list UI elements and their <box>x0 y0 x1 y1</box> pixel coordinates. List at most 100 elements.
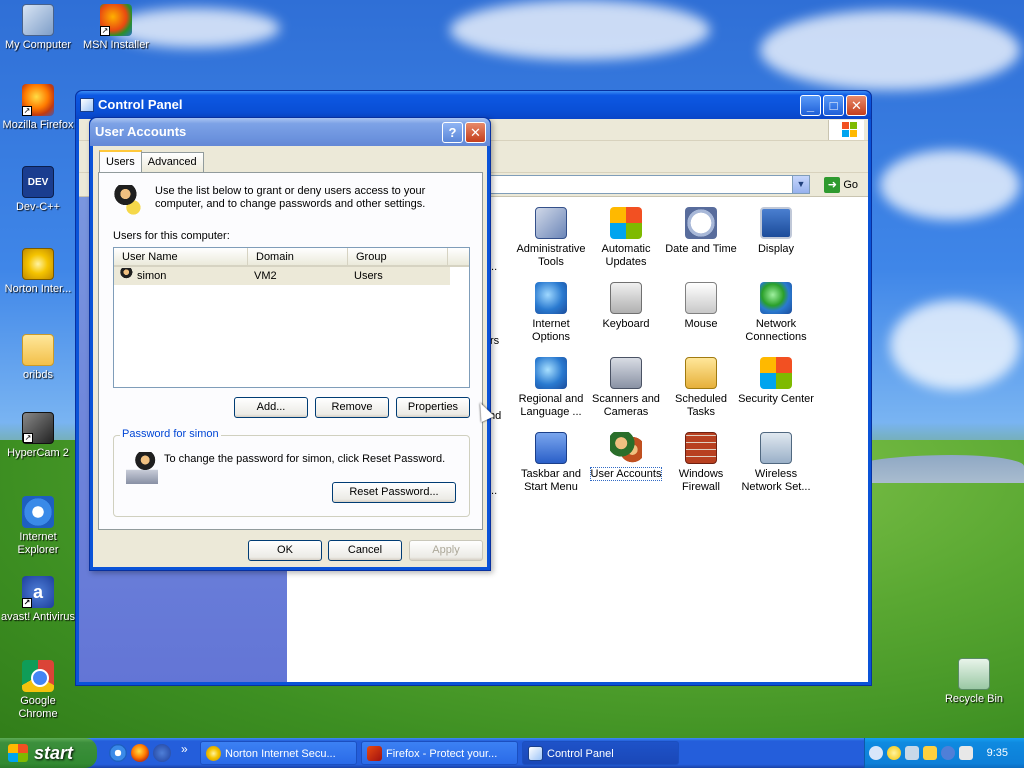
table-row[interactable]: simon VM2 Users <box>114 267 450 285</box>
desktop-icon-avast[interactable]: a ↗ avast! Antivirus <box>0 576 76 624</box>
avast-tray-icon[interactable] <box>941 746 955 760</box>
cp-item-scheduled-tasks[interactable]: Scheduled Tasks <box>662 357 740 419</box>
norton-globe-icon <box>206 746 221 761</box>
remove-user-button[interactable]: Remove <box>315 397 389 418</box>
desktop-icon-msn-installer[interactable]: ↗ MSN Installer <box>78 4 154 52</box>
desktop-icon-norton[interactable]: Norton Inter... <box>0 248 76 296</box>
norton-tray-icon[interactable] <box>887 746 901 760</box>
control-panel-titlebar[interactable]: Control Panel _ □ ✕ <box>76 91 871 119</box>
windows-firewall-icon <box>685 432 717 464</box>
desktop-icon-internet-explorer[interactable]: Internet Explorer <box>0 496 76 557</box>
desktop-icon-label: Norton Inter... <box>4 283 72 295</box>
maximize-button[interactable]: □ <box>823 95 844 116</box>
close-button[interactable]: ✕ <box>846 95 867 116</box>
cp-item-windows-firewall[interactable]: Windows Firewall <box>662 432 740 494</box>
task-norton[interactable]: Norton Internet Secu... <box>200 741 357 765</box>
taskbar-start-menu-icon <box>535 432 567 464</box>
security-tray-icon[interactable] <box>923 746 937 760</box>
desktop-icon-hypercam[interactable]: ↗ HyperCam 2 <box>0 412 76 460</box>
network-tray-icon[interactable] <box>905 746 919 760</box>
cp-item-regional-language[interactable]: Regional and Language ... <box>512 357 590 419</box>
wireless-network-icon <box>760 432 792 464</box>
desktop-icon-recycle-bin[interactable]: Recycle Bin <box>936 658 1012 706</box>
start-button[interactable]: start <box>0 738 97 768</box>
cp-item-mouse[interactable]: Mouse <box>662 282 740 331</box>
desktop-icon-firefox[interactable]: ↗ Mozilla Firefox <box>0 84 76 132</box>
cancel-button[interactable]: Cancel <box>328 540 402 561</box>
cp-item-administrative-tools[interactable]: Administrative Tools <box>512 207 590 269</box>
cp-item-security-center[interactable]: Security Center <box>737 357 815 406</box>
minimize-button[interactable]: _ <box>800 95 821 116</box>
task-firefox[interactable]: Firefox - Protect your... <box>361 741 518 765</box>
cp-item-taskbar-start-menu[interactable]: Taskbar and Start Menu <box>512 432 590 494</box>
cp-item-label: Taskbar and Start Menu <box>521 468 581 493</box>
properties-button[interactable]: Properties <box>396 397 470 418</box>
firefox-icon[interactable] <box>131 744 149 762</box>
display-icon <box>760 207 792 239</box>
password-group-legend: Password for simon <box>120 428 221 440</box>
scanners-cameras-icon <box>610 357 642 389</box>
cp-item-label: Network Connections <box>745 318 807 343</box>
cp-item-display[interactable]: Display <box>737 207 815 256</box>
column-header-domain[interactable]: Domain <box>248 248 348 267</box>
camera-icon: ↗ <box>22 412 54 444</box>
cp-item-scanners-cameras[interactable]: Scanners and Cameras <box>587 357 665 419</box>
cp-item-wireless-network[interactable]: Wireless Network Set... <box>737 432 815 494</box>
tab-users[interactable]: Users <box>99 150 142 172</box>
avast-icon[interactable] <box>153 744 171 762</box>
cp-item-user-accounts[interactable]: User Accounts <box>587 432 665 481</box>
recycle-bin-icon <box>958 658 990 690</box>
shortcut-arrow-icon: ↗ <box>22 106 32 116</box>
cp-item-automatic-updates[interactable]: Automatic Updates <box>587 207 665 269</box>
cp-item-network-connections[interactable]: Network Connections <box>737 282 815 344</box>
shortcut-arrow-icon: ↗ <box>100 26 110 36</box>
dialog-close-button[interactable]: ✕ <box>465 122 486 143</box>
apply-button[interactable]: Apply <box>409 540 483 561</box>
security-center-icon <box>760 357 792 389</box>
cp-item-date-time[interactable]: Date and Time <box>662 207 740 256</box>
dev-cpp-icon: DEV <box>22 166 54 198</box>
reset-password-button[interactable]: Reset Password... <box>332 482 456 503</box>
cp-item-internet-options[interactable]: Internet Options <box>512 282 590 344</box>
list-header: User Name Domain Group <box>114 248 469 267</box>
wallpaper-cloud <box>450 0 710 60</box>
internet-explorer-icon[interactable] <box>109 744 127 762</box>
add-user-button[interactable]: Add... <box>234 397 308 418</box>
quick-launch-more-icon[interactable]: » <box>181 742 188 756</box>
cp-item-label: Internet Options <box>532 318 570 343</box>
column-header-user-name[interactable]: User Name <box>114 248 248 267</box>
task-control-panel[interactable]: Control Panel <box>522 741 679 765</box>
go-arrow-icon: ➜ <box>824 177 841 194</box>
desktop-icon-my-computer[interactable]: My Computer <box>0 4 76 52</box>
avast-icon: a ↗ <box>22 576 54 608</box>
desktop-icon-oribds[interactable]: oribds <box>0 334 76 382</box>
tray-arrow-icon[interactable] <box>869 746 883 760</box>
firefox-protect-icon <box>367 746 382 761</box>
avast-icon-text: a <box>32 582 43 602</box>
desktop-icon-label: Recycle Bin <box>944 693 1004 705</box>
clock[interactable]: 9:35 <box>987 738 1008 768</box>
chevron-down-icon[interactable]: ▼ <box>792 176 809 193</box>
desktop-icon-dev-cpp[interactable]: DEV Dev-C++ <box>0 166 76 214</box>
desktop-icon-chrome[interactable]: Google Chrome <box>0 660 76 721</box>
task-label: Control Panel <box>547 748 614 760</box>
users-list[interactable]: User Name Domain Group simon VM2 Users <box>113 247 470 388</box>
cp-item-keyboard[interactable]: Keyboard <box>587 282 665 331</box>
password-groupbox: Password for simon To change the passwor… <box>113 428 470 517</box>
help-button[interactable]: ? <box>442 122 463 143</box>
cp-item-label: User Accounts <box>589 467 663 481</box>
ok-button[interactable]: OK <box>248 540 322 561</box>
cp-item-label: Regional and Language ... <box>518 393 584 418</box>
volume-icon[interactable] <box>959 746 973 760</box>
dev-icon-text: DEV <box>27 177 49 188</box>
column-header-group[interactable]: Group <box>348 248 448 267</box>
cp-item-label: Security Center <box>738 393 814 405</box>
tab-advanced[interactable]: Advanced <box>140 152 204 172</box>
wallpaper-cloud <box>760 10 1020 90</box>
desktop-icon-label: Google Chrome <box>18 695 58 720</box>
shortcut-arrow-icon: ↗ <box>23 433 33 443</box>
chrome-icon <box>22 660 54 692</box>
go-button[interactable]: ➜ Go <box>824 176 858 194</box>
column-header-filler <box>448 248 469 267</box>
dialog-titlebar[interactable]: User Accounts ? ✕ <box>90 118 490 146</box>
